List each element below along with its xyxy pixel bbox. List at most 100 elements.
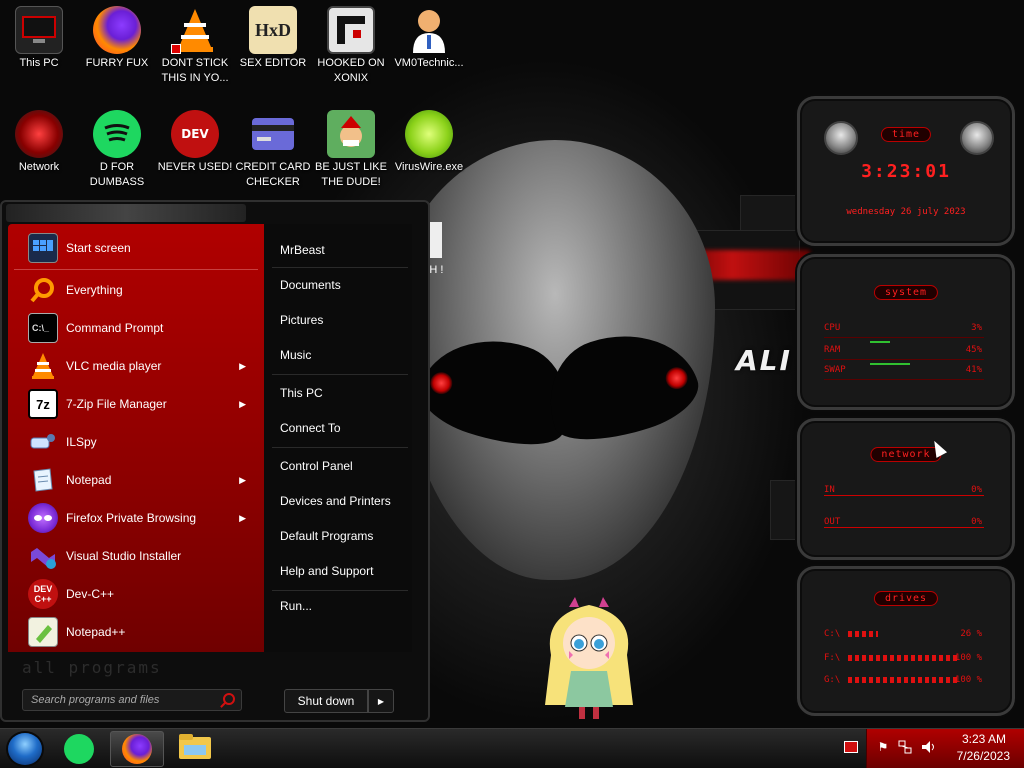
desktop-icon-credit-card-checker[interactable]: CREDIT CARD CHECKER xyxy=(234,110,312,190)
desktop-icon-network[interactable]: Network xyxy=(0,110,78,175)
program-notepadpp[interactable]: Notepad++ xyxy=(8,614,264,650)
wallpaper-logo-text: ALI xyxy=(736,344,792,377)
desktop-icon-dont-stick[interactable]: DONT STICK THIS IN YO... xyxy=(156,6,234,86)
program-start-screen[interactable]: Start screen xyxy=(8,230,264,266)
devcpp-icon: DEV C++ xyxy=(28,579,58,609)
taskbar-firefox-button[interactable] xyxy=(110,731,164,767)
start-menu-programs-pane: Start screen Everything C:\_ Command Pro… xyxy=(8,224,264,652)
menu-separator xyxy=(272,374,408,375)
credit-card-icon xyxy=(249,110,297,158)
program-label: Notepad++ xyxy=(66,625,126,639)
menu-separator xyxy=(272,267,408,268)
drive-g-value: 100 % xyxy=(954,675,982,685)
menu-separator xyxy=(272,447,408,448)
vlc-icon xyxy=(28,351,58,381)
link-pictures[interactable]: Pictures xyxy=(280,313,323,327)
volume-icon[interactable] xyxy=(921,739,937,755)
desktop-icon-furry-fux[interactable]: FURRY FUX xyxy=(78,6,156,71)
desktop-icon-hooked-on-xonix[interactable]: HOOKED ON XONIX xyxy=(312,6,390,86)
doctor-icon xyxy=(405,6,453,54)
shutdown-button[interactable]: Shut down xyxy=(284,689,368,713)
alien-badge-icon xyxy=(824,121,858,155)
program-vlc[interactable]: VLC media player ▶ xyxy=(8,348,264,384)
firefox-private-icon xyxy=(28,503,58,533)
tray-overflow-icon[interactable] xyxy=(844,741,858,753)
firefox-icon xyxy=(122,734,152,764)
desktop-icon-never-used[interactable]: DEV NEVER USED! xyxy=(156,110,234,175)
link-default-programs[interactable]: Default Programs xyxy=(280,529,373,543)
link-mrbeast[interactable]: MrBeast xyxy=(280,243,325,257)
all-programs-button[interactable]: all programs xyxy=(22,658,162,677)
program-firefox-private[interactable]: Firefox Private Browsing ▶ xyxy=(8,500,264,536)
program-visual-studio-installer[interactable]: Visual Studio Installer xyxy=(8,538,264,574)
swap-meter xyxy=(870,363,910,365)
vlc-icon xyxy=(171,6,219,54)
search-input[interactable]: Search programs and files xyxy=(22,689,242,711)
drives-gadget[interactable]: drives C:\ 26 % F:\ 100 % G:\ 100 % xyxy=(797,566,1015,716)
link-run[interactable]: Run... xyxy=(280,599,312,613)
submenu-arrow-icon: ▶ xyxy=(239,512,246,523)
start-screen-icon xyxy=(28,233,58,263)
file-explorer-icon xyxy=(178,733,212,765)
gadget-clock: 3:23:01 xyxy=(861,161,951,182)
program-ilspy[interactable]: ILSpy xyxy=(8,424,264,460)
drives-gadget-title: drives xyxy=(873,591,939,606)
taskbar-clock-date[interactable]: 7/26/2023 xyxy=(957,749,1010,763)
program-label: Visual Studio Installer xyxy=(66,549,182,563)
cpu-value: 3% xyxy=(971,323,982,333)
swap-label: SWAP xyxy=(824,365,846,375)
network-icon[interactable] xyxy=(897,739,913,755)
time-gadget[interactable]: time 3:23:01 wednesday 26 july 2023 xyxy=(797,96,1015,246)
link-music[interactable]: Music xyxy=(280,348,311,362)
link-devices-and-printers[interactable]: Devices and Printers xyxy=(280,494,391,508)
start-button[interactable] xyxy=(6,731,44,767)
notepadpp-icon xyxy=(28,617,58,647)
start-menu-header-strip xyxy=(6,204,246,222)
start-menu-links-pane: MrBeast Documents Pictures Music This PC… xyxy=(264,224,412,652)
desktop-icon-this-pc[interactable]: This PC xyxy=(0,6,78,71)
command-prompt-icon: C:\_ xyxy=(28,313,58,343)
desktop-icon-d-for-dumbass[interactable]: D FOR DUMBASS xyxy=(78,110,156,190)
program-7zip[interactable]: 7z 7-Zip File Manager ▶ xyxy=(8,386,264,422)
program-label: Dev-C++ xyxy=(66,587,115,601)
drive-c-value: 26 % xyxy=(960,629,982,639)
link-this-pc[interactable]: This PC xyxy=(280,386,323,400)
star-butterfly-sticker xyxy=(543,595,635,723)
shutdown-options-button[interactable]: ▶ xyxy=(368,689,394,713)
program-label: VLC media player xyxy=(66,359,162,373)
program-label: Start screen xyxy=(66,241,131,255)
desktop-icon-viruswire[interactable]: VirusWire.exe xyxy=(390,110,468,175)
notification-area: ⚑ 3:23 AM 7/26/2023 xyxy=(866,729,1024,768)
desktop-icon-sex-editor[interactable]: HxD SEX EDITOR xyxy=(234,6,312,71)
taskbar-clock-time[interactable]: 3:23 AM xyxy=(962,732,1006,746)
submenu-arrow-icon: ▶ xyxy=(239,398,246,409)
desktop-icon-be-just-like-the-dude[interactable]: BE JUST LIKE THE DUDE! xyxy=(312,110,390,190)
drive-f-label: F:\ xyxy=(824,653,841,663)
search-placeholder: Search programs and files xyxy=(31,694,160,706)
program-command-prompt[interactable]: C:\_ Command Prompt xyxy=(8,310,264,346)
link-control-panel[interactable]: Control Panel xyxy=(280,459,353,473)
desktop-icon-vm0technic[interactable]: VM0Technic... xyxy=(390,6,468,71)
drive-f-bar xyxy=(848,655,958,661)
system-gadget[interactable]: system CPU 3% RAM 45% SWAP 41% xyxy=(797,254,1015,410)
time-gadget-title: time xyxy=(880,127,932,142)
drive-c-label: C:\ xyxy=(824,629,841,639)
network-gadget[interactable]: network IN 0% OUT 0% xyxy=(797,418,1015,560)
program-label: ILSpy xyxy=(66,435,97,449)
devcpp-icon: DEV xyxy=(171,110,219,158)
program-everything[interactable]: Everything xyxy=(8,272,264,308)
shortcut-overlay-icon xyxy=(171,44,181,54)
taskbar-spotify-button[interactable] xyxy=(52,731,106,767)
link-help-and-support[interactable]: Help and Support xyxy=(280,564,373,578)
program-devcpp[interactable]: DEV C++ Dev-C++ xyxy=(8,576,264,612)
drive-f-value: 100 % xyxy=(954,653,982,663)
drive-g-label: G:\ xyxy=(824,675,841,685)
link-connect-to[interactable]: Connect To xyxy=(280,421,341,435)
search-icon[interactable] xyxy=(223,693,235,705)
program-notepad[interactable]: Notepad ▶ xyxy=(8,462,264,498)
swap-value: 41% xyxy=(965,365,982,375)
link-documents[interactable]: Documents xyxy=(280,278,341,292)
flag-icon[interactable]: ⚑ xyxy=(875,739,891,755)
program-label: Firefox Private Browsing xyxy=(66,511,197,525)
taskbar-file-explorer-button[interactable] xyxy=(168,731,222,767)
